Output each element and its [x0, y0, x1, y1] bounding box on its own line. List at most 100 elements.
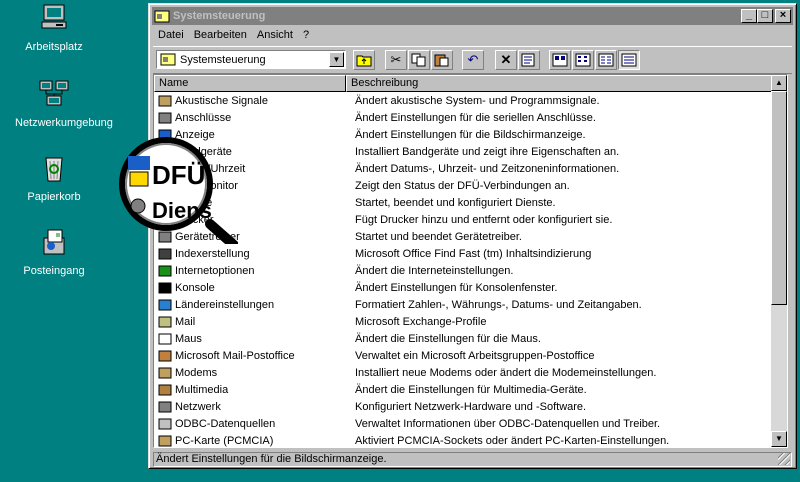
- control-panel-item-icon: [157, 111, 173, 125]
- menu-bearbeiten[interactable]: Bearbeiten: [189, 29, 252, 41]
- list-item[interactable]: DruckerFügt Drucker hinzu und entfernt o…: [154, 211, 774, 228]
- item-description: Microsoft Office Find Fast (tm) Inhaltsi…: [355, 247, 592, 260]
- properties-button[interactable]: [518, 50, 540, 70]
- desktop-icon-posteingang[interactable]: Posteingang: [14, 226, 94, 277]
- item-description: Ändert Datums-, Uhrzeit- und Zeitzonenin…: [355, 162, 620, 175]
- list-item[interactable]: Anschlüsse Ändert Einstellungen für die s…: [154, 109, 774, 126]
- item-description: Installiert Bandgeräte und zeigt ihre Ei…: [355, 145, 620, 158]
- resize-grip[interactable]: [778, 453, 790, 465]
- title-bar[interactable]: Systemsteuerung _ □ ×: [152, 7, 793, 25]
- paste-button[interactable]: [431, 50, 453, 70]
- desktop-icon-netzwerkumgebung[interactable]: Netzwerkumgebung: [14, 78, 113, 129]
- item-description: Ändert Einstellungen für Konsolenfenster…: [355, 281, 558, 294]
- control-panel-item-icon: [157, 383, 173, 397]
- vertical-scrollbar[interactable]: ▲ ▼: [771, 75, 787, 447]
- control-panel-item-icon: [157, 315, 173, 329]
- scroll-down-button[interactable]: ▼: [771, 431, 787, 447]
- list-item[interactable]: Anzeige Ändert Einstellungen für die Bild…: [154, 126, 774, 143]
- control-panel-icon: [154, 10, 170, 23]
- item-name: ODBC-Datenquellen: [175, 417, 276, 430]
- item-name: Modems: [175, 366, 218, 379]
- computer-icon: [41, 4, 67, 29]
- item-description: Ändert Einstellungen für die seriellen A…: [355, 111, 596, 124]
- list-view-button[interactable]: [595, 50, 617, 70]
- magnifier-icon: DFÜ Diens: [119, 137, 238, 244]
- control-panel-window: Systemsteuerung _ □ × Datei Bearbeiten A…: [148, 3, 797, 469]
- window-title: Systemsteuerung: [173, 10, 266, 22]
- delete-icon: ✕: [500, 52, 512, 67]
- control-panel-icon: [160, 53, 176, 66]
- menu-ansicht[interactable]: Ansicht: [252, 29, 298, 41]
- list-item[interactable]: ODBC-Datenquellen Verwaltet Informationen…: [154, 415, 774, 432]
- list-item[interactable]: Multimedia Ändert die Einstellungen für M…: [154, 381, 774, 398]
- column-header-description[interactable]: Beschreibung: [346, 75, 773, 92]
- item-name: Ländereinstellungen: [175, 298, 275, 311]
- item-description: Startet und beendet Gerätetreiber.: [355, 230, 522, 243]
- list-item[interactable]: Ländereinstellungen Formatiert Zahlen-, W…: [154, 296, 774, 313]
- small-icons-view-icon: [575, 53, 591, 67]
- large-icons-view-button[interactable]: [549, 50, 571, 70]
- delete-button[interactable]: ✕: [495, 50, 517, 70]
- menu-help[interactable]: ?: [298, 29, 314, 41]
- up-folder-button[interactable]: [353, 50, 375, 70]
- close-button[interactable]: ×: [775, 9, 791, 23]
- scroll-up-button[interactable]: ▲: [771, 75, 787, 91]
- list-item[interactable]: DFÜ-MonitorZeigt den Status der DFÜ-Verb…: [154, 177, 774, 194]
- address-combobox[interactable]: Systemsteuerung ▼: [156, 50, 346, 69]
- list-view-icon: [598, 53, 614, 67]
- undo-icon: ↶: [467, 52, 479, 67]
- control-panel-item-icon: [157, 434, 173, 448]
- desktop-icon-papierkorb[interactable]: Papierkorb: [14, 152, 94, 203]
- list-item[interactable]: Konsole Ändert Einstellungen für Konsolen…: [154, 279, 774, 296]
- list-item[interactable]: Modems Installiert neue Modems oder änder…: [154, 364, 774, 381]
- desktop-icon-label: Netzwerkumgebung: [15, 117, 113, 129]
- list-item[interactable]: Internetoptionen Ändert die Interneteinst…: [154, 262, 774, 279]
- cut-button[interactable]: ✂: [385, 50, 407, 70]
- recycle-bin-icon: [45, 157, 63, 182]
- list-item[interactable]: Indexerstellung Microsoft Office Find Fas…: [154, 245, 774, 262]
- maximize-button[interactable]: □: [757, 9, 773, 23]
- undo-button[interactable]: ↶: [462, 50, 484, 70]
- small-icons-view-button[interactable]: [572, 50, 594, 70]
- list-item[interactable]: Datum/UhrzeitÄndert Datums-, Uhrzeit- un…: [154, 160, 774, 177]
- item-description: Ändert die Einstellungen für die Maus.: [355, 332, 541, 345]
- list-item[interactable]: Maus Ändert die Einstellungen für die Mau…: [154, 330, 774, 347]
- minimize-button[interactable]: _: [741, 9, 757, 23]
- list-item[interactable]: Mail Microsoft Exchange-Profile: [154, 313, 774, 330]
- list-item[interactable]: Bandgeräte Installiert Bandgeräte und zei…: [154, 143, 774, 160]
- status-text: Ändert Einstellungen für die Bildschirma…: [156, 453, 387, 465]
- desktop-icon-label: Arbeitsplatz: [25, 41, 83, 53]
- details-view-button[interactable]: [618, 50, 640, 70]
- control-panel-item-icon: [157, 264, 173, 278]
- copy-icon: [411, 53, 426, 67]
- item-name: Akustische Signale: [175, 94, 268, 107]
- list-rows: Akustische Signale Ändert akustische Syst…: [154, 92, 774, 448]
- control-panel-item-icon: [157, 281, 173, 295]
- paste-icon: [434, 54, 449, 67]
- column-header-name[interactable]: Name: [154, 75, 346, 92]
- item-description: Ändert die Interneteinstellungen.: [355, 264, 514, 277]
- scroll-thumb[interactable]: [771, 91, 787, 305]
- item-description: Installiert neue Modems oder ändert die …: [355, 366, 657, 379]
- copy-button[interactable]: [408, 50, 430, 70]
- control-panel-item-icon: [157, 332, 173, 346]
- large-icons-view-icon: [552, 53, 568, 67]
- properties-icon: [521, 53, 535, 67]
- item-name: Konsole: [175, 281, 215, 294]
- list-item[interactable]: Gerätetreiber Startet und beendet Gerätet…: [154, 228, 774, 245]
- up-folder-icon: [356, 55, 372, 67]
- list-item[interactable]: Netzwerk Konfiguriert Netzwerk-Hardware u…: [154, 398, 774, 415]
- item-description: Ändert die Einstellungen für Multimedia-…: [355, 383, 587, 396]
- item-description: Ändert Einstellungen für die Bildschirma…: [355, 128, 586, 141]
- list-item[interactable]: PC-Karte (PCMCIA) Aktiviert PCMCIA-Socket…: [154, 432, 774, 448]
- item-description: Microsoft Exchange-Profile: [355, 315, 487, 328]
- chevron-down-icon[interactable]: ▼: [329, 52, 344, 67]
- item-name: Microsoft Mail-Postoffice: [175, 349, 295, 362]
- item-name: Netzwerk: [175, 400, 221, 413]
- desktop-icon-label: Papierkorb: [27, 191, 81, 203]
- menu-datei[interactable]: Datei: [153, 29, 189, 41]
- desktop-icon-arbeitsplatz[interactable]: Arbeitsplatz: [14, 2, 94, 53]
- list-item[interactable]: Microsoft Mail-Postoffice Verwaltet ein M…: [154, 347, 774, 364]
- list-item[interactable]: DiensteStartet, beendet und konfiguriert…: [154, 194, 774, 211]
- list-item[interactable]: Akustische Signale Ändert akustische Syst…: [154, 92, 774, 109]
